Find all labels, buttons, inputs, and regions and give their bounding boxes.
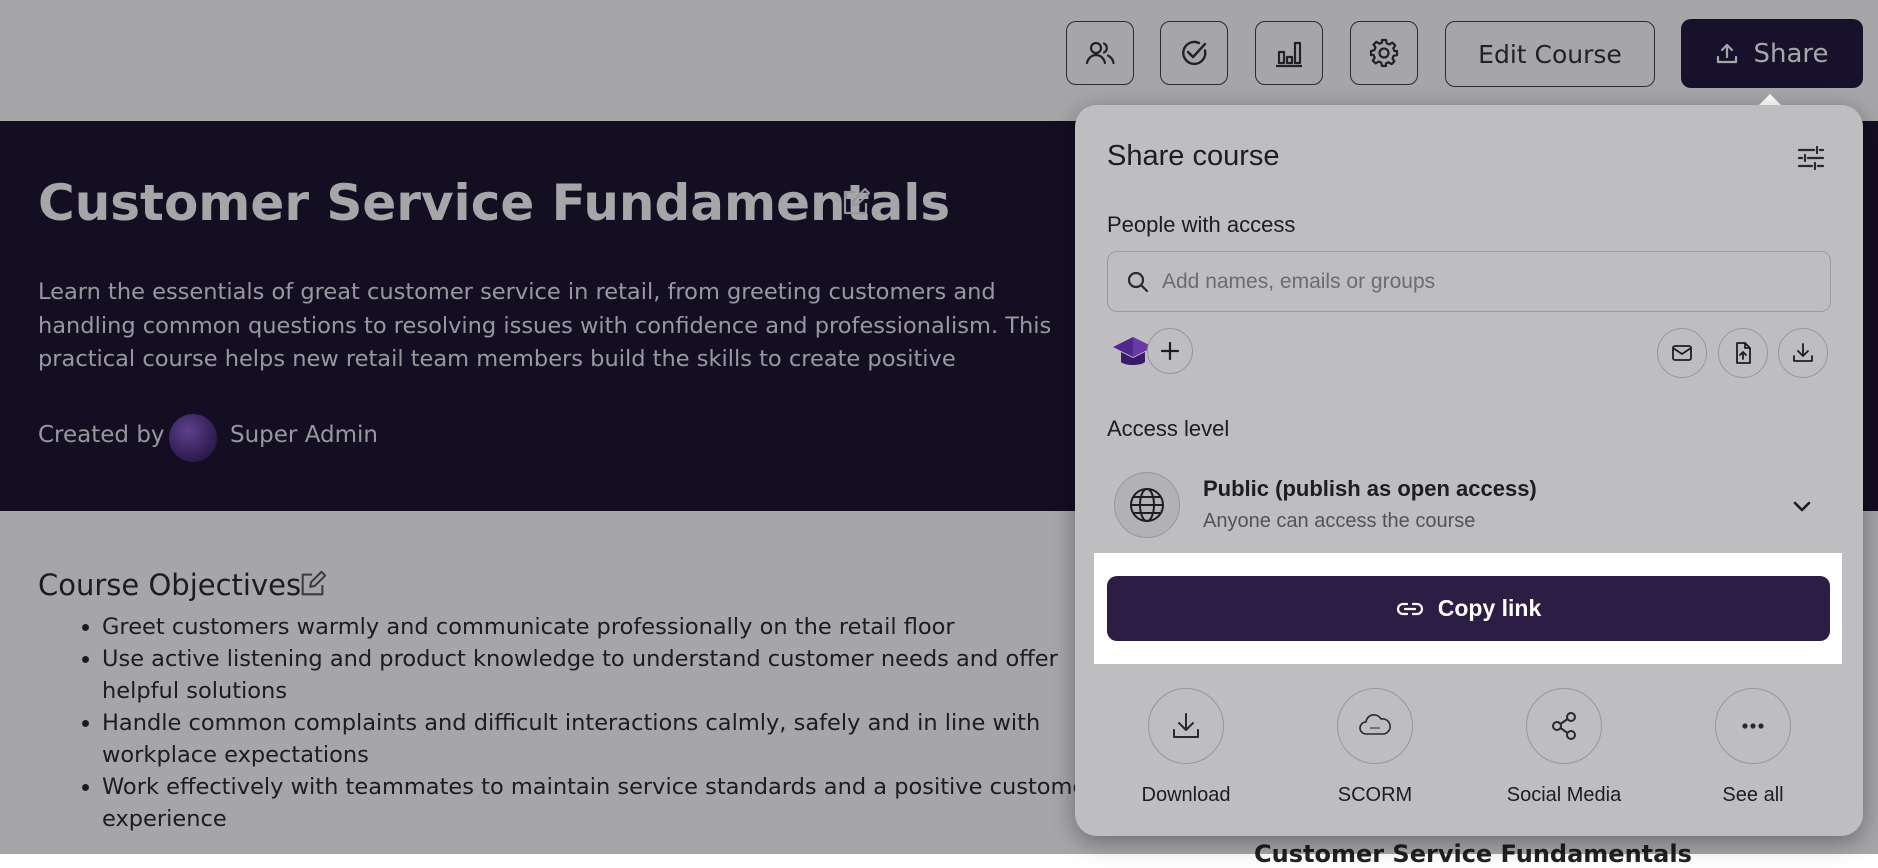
more-icon — [1742, 723, 1764, 729]
add-people-button[interactable] — [1147, 328, 1193, 374]
people-search-field[interactable] — [1107, 251, 1831, 312]
sliders-icon[interactable] — [1795, 142, 1827, 174]
email-share-button[interactable] — [1657, 328, 1707, 378]
share-icon — [1552, 712, 1576, 740]
mail-icon — [1672, 345, 1692, 361]
people-search-input[interactable] — [1160, 252, 1814, 312]
access-level-title[interactable]: Public (publish as open access) — [1203, 476, 1537, 502]
access-level-label: Access level — [1107, 416, 1230, 441]
export-label: Download — [1141, 784, 1231, 806]
share-popup-title: Share course — [1107, 140, 1280, 172]
file-upload-icon — [1736, 342, 1751, 364]
export-social-media[interactable]: Social Media — [1489, 688, 1639, 807]
link-icon — [1396, 602, 1423, 615]
globe-icon — [1130, 488, 1164, 522]
export-scorm[interactable]: SCORM — [1300, 688, 1450, 807]
export-download[interactable]: Download — [1111, 688, 1261, 807]
export-label: See all — [1722, 784, 1784, 806]
access-level-icon — [1114, 472, 1180, 538]
cloud-scorm-icon — [1359, 714, 1391, 735]
export-scorm-circle[interactable] — [1337, 688, 1413, 764]
export-see-all[interactable]: See all — [1678, 688, 1828, 807]
export-social-circle[interactable] — [1526, 688, 1602, 764]
search-icon — [1127, 271, 1149, 293]
chevron-down-icon[interactable] — [1789, 493, 1815, 519]
export-file-button[interactable] — [1718, 328, 1768, 378]
download-icon — [1173, 713, 1199, 738]
plus-icon — [1160, 341, 1180, 361]
download-icon — [1793, 343, 1813, 362]
export-see-all-circle[interactable] — [1715, 688, 1791, 764]
export-download-circle[interactable] — [1148, 688, 1224, 764]
download-button-small[interactable] — [1778, 328, 1828, 378]
copy-link-button[interactable]: Copy link — [1107, 576, 1830, 641]
export-label: Social Media — [1506, 784, 1622, 806]
copy-link-label: Copy link — [1437, 595, 1542, 621]
export-label: SCORM — [1337, 784, 1413, 806]
people-with-access-label: People with access — [1107, 212, 1296, 237]
access-level-subtitle: Anyone can access the course — [1203, 510, 1476, 532]
share-popup: Share course People with access Add name… — [1075, 105, 1863, 836]
